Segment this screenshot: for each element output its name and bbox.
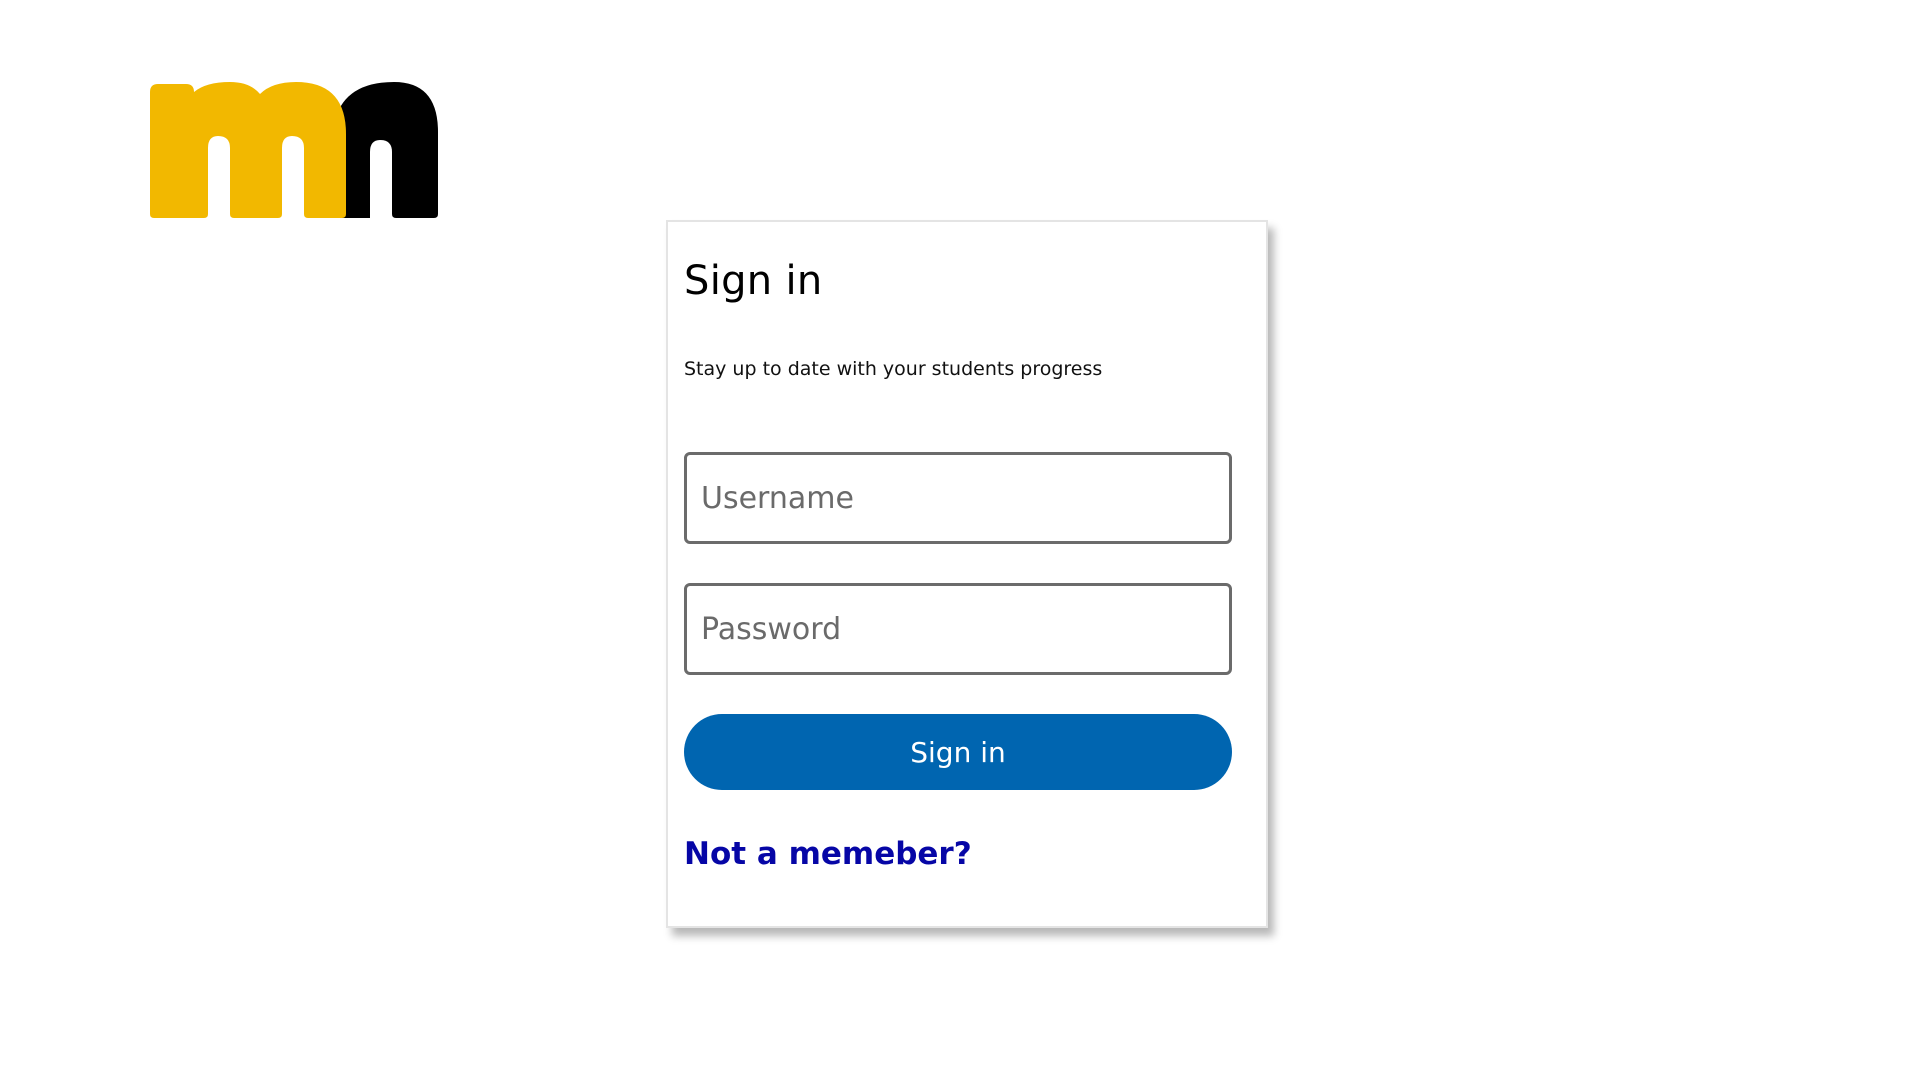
sign-in-card: Sign in Stay up to date with your studen… [666,220,1268,928]
sign-in-page: Sign in Stay up to date with your studen… [0,0,1920,1080]
username-input[interactable] [684,452,1232,544]
sign-in-button[interactable]: Sign in [684,714,1232,790]
password-input[interactable] [684,583,1232,675]
not-a-member-link[interactable]: Not a memeber? [684,836,972,872]
mn-logo [150,82,438,218]
logo-letter-m-shape [150,82,346,218]
page-title: Sign in [684,258,823,304]
logo-letter-n-shape [332,82,438,218]
sign-in-subtitle: Stay up to date with your students progr… [684,358,1103,380]
